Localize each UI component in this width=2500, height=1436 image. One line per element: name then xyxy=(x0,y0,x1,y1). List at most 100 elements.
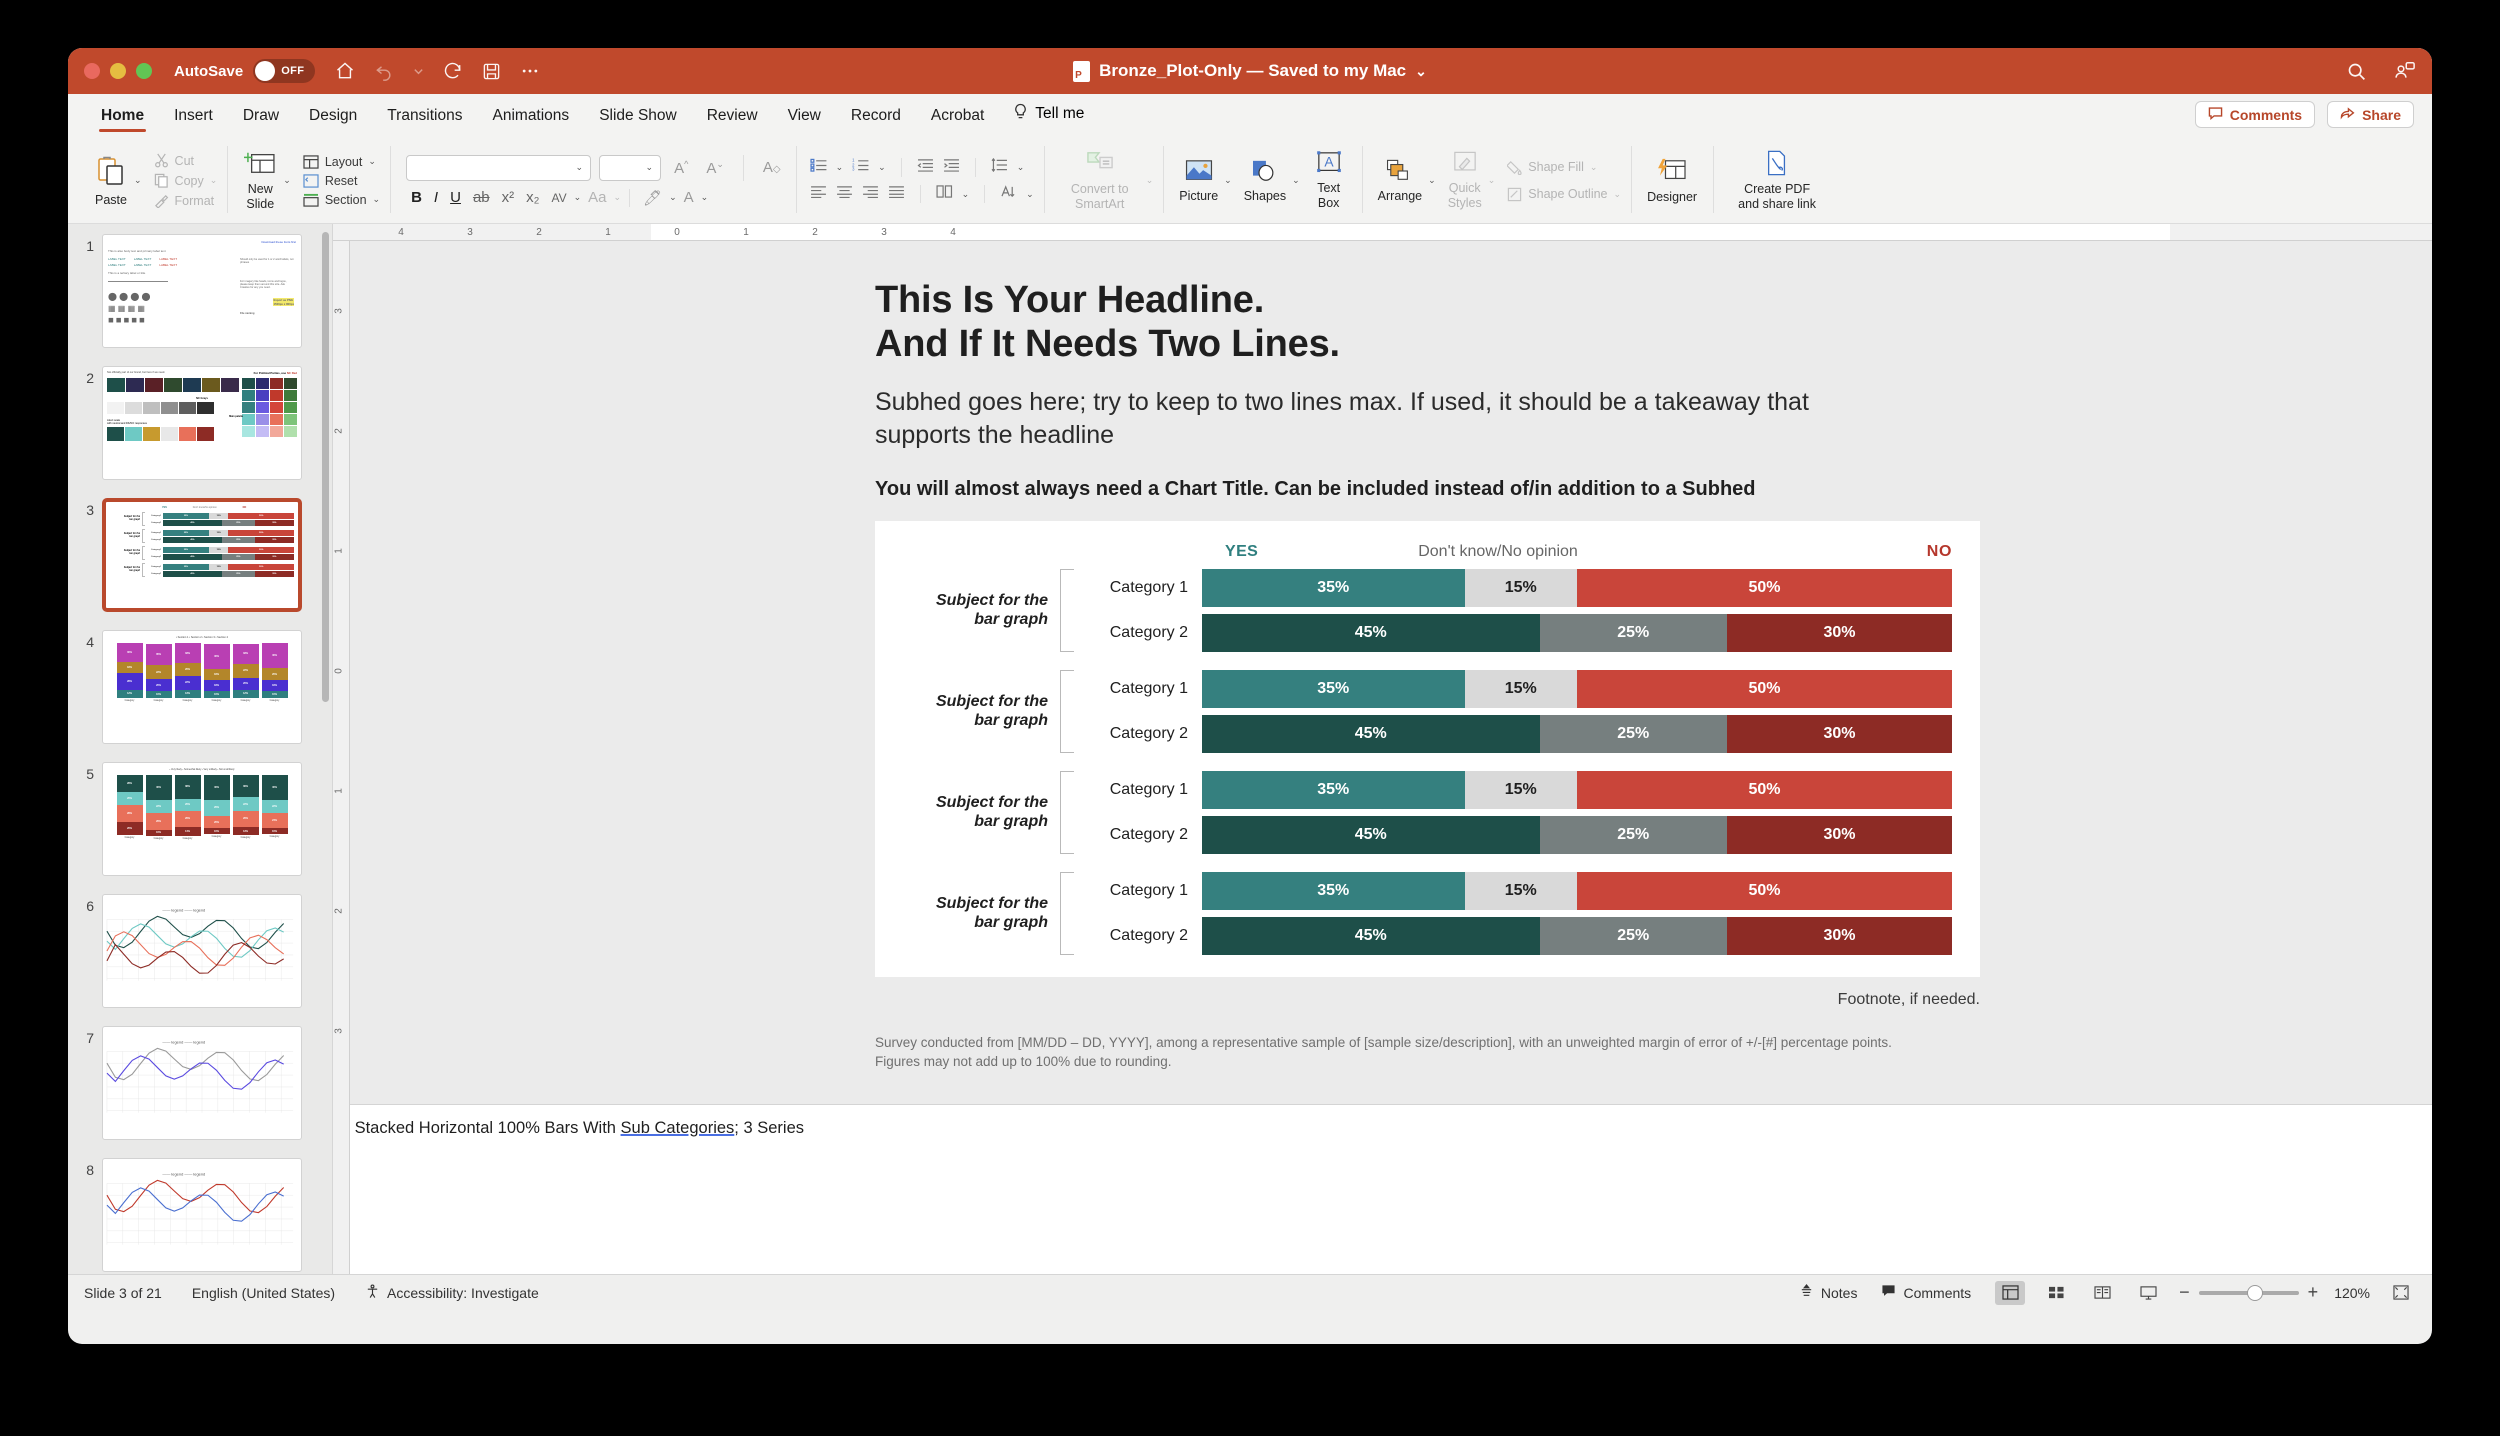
shape-fill-button[interactable]: Shape Fill ⌄ xyxy=(1507,160,1621,175)
bar-segment[interactable]: 15% xyxy=(1464,568,1577,607)
reset-button[interactable]: Reset xyxy=(303,174,380,188)
thumbnail-row[interactable]: 5 ▪ Very likely ▪ Somewhat likely ▪ Very … xyxy=(68,762,332,894)
caption-link[interactable]: Sub Categories xyxy=(621,1119,735,1137)
font-size-chevron-icon[interactable]: ⌄ xyxy=(646,162,654,173)
text-direction-chevron-icon[interactable]: ⌄ xyxy=(1026,189,1034,200)
bar-segment[interactable]: 50% xyxy=(1577,770,1952,809)
section-button[interactable]: Section ⌄ xyxy=(303,193,380,207)
undo-icon[interactable] xyxy=(374,61,394,81)
spacing-chevron-icon[interactable]: ⌄ xyxy=(574,192,582,203)
comments-button[interactable]: Comments xyxy=(2194,101,2316,128)
font-name-input[interactable]: ⌄ xyxy=(406,154,592,181)
bar-segment[interactable]: 35% xyxy=(1202,871,1465,910)
view-slide-sorter-button[interactable] xyxy=(2041,1281,2071,1305)
slide-thumbnail[interactable]: —— legend —— legend xyxy=(102,1158,302,1272)
bar-segment[interactable]: 15% xyxy=(1464,871,1577,910)
share-button[interactable]: Share xyxy=(2327,101,2414,128)
vertical-ruler[interactable]: 3 2 1 0 1 2 3 xyxy=(333,241,350,1274)
chevron-down-icon[interactable] xyxy=(413,66,424,77)
thumbnail-row[interactable]: 6 —— legend —— legend xyxy=(68,894,332,1026)
decrease-indent-icon[interactable] xyxy=(917,158,934,177)
tab-transitions[interactable]: Transitions xyxy=(372,107,477,134)
minimize-button[interactable] xyxy=(110,63,126,79)
slide-thumbnail[interactable]: • Section 1 • Section 2 • Section 3 • Se… xyxy=(102,630,302,744)
smartart-chevron-icon[interactable]: ⌄ xyxy=(1146,175,1154,186)
stacked-bar[interactable]: 45% 25% 30% xyxy=(1202,613,1952,652)
tab-acrobat[interactable]: Acrobat xyxy=(916,107,999,134)
thumbnail-row[interactable]: 3 YES Don't know/No opinion NO Subject for t… xyxy=(68,498,332,630)
language-indicator[interactable]: English (United States) xyxy=(192,1285,335,1301)
zoom-out-button[interactable]: − xyxy=(2179,1282,2190,1303)
strikethrough-button[interactable]: ab xyxy=(468,189,495,206)
tab-animations[interactable]: Animations xyxy=(478,107,585,134)
font-size-input[interactable]: ⌄ xyxy=(599,154,662,181)
slide-thumbnail-pane[interactable]: 1 Download these fonts first This is also … xyxy=(68,224,333,1274)
slide-counter[interactable]: Slide 3 of 21 xyxy=(84,1285,162,1301)
designer-button[interactable]: Designer xyxy=(1641,138,1703,223)
bar-segment[interactable]: 50% xyxy=(1577,871,1952,910)
slide-thumbnail[interactable]: Download these fonts first This is also b… xyxy=(102,234,302,348)
columns-icon[interactable] xyxy=(936,185,953,203)
line-spacing-icon[interactable] xyxy=(991,157,1008,177)
columns-chevron-icon[interactable]: ⌄ xyxy=(962,189,970,200)
slide-editing-surface[interactable]: This Is Your Headline. And If It Needs T… xyxy=(350,241,2432,1274)
justify-icon[interactable] xyxy=(888,185,905,203)
home-icon[interactable] xyxy=(335,61,355,81)
bullets-chevron-icon[interactable]: ⌄ xyxy=(836,162,844,173)
tell-me-button[interactable]: Tell me xyxy=(999,103,1098,134)
bar-segment[interactable]: 45% xyxy=(1202,714,1540,753)
bold-button[interactable]: B xyxy=(406,189,427,206)
thumbnail-row[interactable]: 8 —— legend —— legend xyxy=(68,1158,332,1274)
status-comments-button[interactable]: Comments xyxy=(1881,1284,1971,1301)
window-controls[interactable] xyxy=(84,63,152,79)
view-normal-button[interactable] xyxy=(1995,1280,2026,1305)
shape-outline-button[interactable]: Shape Outline ⌄ xyxy=(1507,187,1621,202)
bar-segment[interactable]: 15% xyxy=(1464,669,1577,708)
stacked-bar[interactable]: 45% 25% 30% xyxy=(1202,815,1952,854)
thumbnail-scrollbar[interactable] xyxy=(322,232,329,702)
shape-outline-chevron-icon[interactable]: ⌄ xyxy=(1614,189,1622,200)
tab-slide-show[interactable]: Slide Show xyxy=(584,107,692,134)
save-icon[interactable] xyxy=(482,62,501,81)
bar-segment[interactable]: 45% xyxy=(1202,815,1540,854)
arrange-chevron-icon[interactable]: ⌄ xyxy=(1428,175,1436,186)
align-left-icon[interactable] xyxy=(810,185,827,203)
picture-button[interactable]: Picture xyxy=(1173,138,1224,223)
headline-textbox[interactable]: This Is Your Headline. And If It Needs T… xyxy=(875,278,2400,366)
stacked-bar[interactable]: 45% 25% 30% xyxy=(1202,714,1952,753)
tab-view[interactable]: View xyxy=(773,107,836,134)
bar-segment[interactable]: 35% xyxy=(1202,770,1465,809)
bar-segment[interactable]: 30% xyxy=(1727,714,1952,753)
numbering-chevron-icon[interactable]: ⌄ xyxy=(878,162,886,173)
highlight-chevron-icon[interactable]: ⌄ xyxy=(669,192,677,203)
clear-formatting-icon[interactable]: A◇ xyxy=(758,159,786,176)
decrease-font-size-icon[interactable]: A⌄ xyxy=(701,159,729,177)
quick-styles-chevron-icon[interactable]: ⌄ xyxy=(1488,175,1496,186)
align-center-icon[interactable] xyxy=(836,185,853,203)
bar-segment[interactable]: 30% xyxy=(1727,815,1952,854)
view-slideshow-button[interactable] xyxy=(2133,1281,2163,1305)
zoom-slider[interactable]: − + xyxy=(2179,1282,2318,1303)
search-icon[interactable] xyxy=(2346,61,2367,82)
chart-footnote[interactable]: Footnote, if needed. xyxy=(875,991,1980,1009)
align-right-icon[interactable] xyxy=(862,185,879,203)
more-icon[interactable] xyxy=(520,61,540,81)
numbering-icon[interactable]: 123 xyxy=(852,158,869,177)
quick-styles-button[interactable]: Quick Styles xyxy=(1442,138,1488,223)
text-box-button[interactable]: A Text Box xyxy=(1306,138,1352,223)
bar-segment[interactable]: 30% xyxy=(1727,613,1952,652)
bar-segment[interactable]: 25% xyxy=(1539,815,1727,854)
layout-button[interactable]: Layout ⌄ xyxy=(303,155,380,169)
change-case-button[interactable]: Aa xyxy=(583,189,611,206)
stacked-bar[interactable]: 45% 25% 30% xyxy=(1202,916,1952,955)
line-spacing-chevron-icon[interactable]: ⌄ xyxy=(1017,162,1025,173)
copy-chevron-icon[interactable]: ⌄ xyxy=(210,175,218,186)
stacked-bar[interactable]: 35% 15% 50% xyxy=(1202,568,1952,607)
stacked-bar[interactable]: 35% 15% 50% xyxy=(1202,871,1952,910)
tab-record[interactable]: Record xyxy=(836,107,916,134)
font-name-chevron-icon[interactable]: ⌄ xyxy=(576,162,584,173)
copy-button[interactable]: Copy ⌄ xyxy=(154,173,218,188)
subscript-button[interactable]: x₂ xyxy=(521,189,544,206)
notes-button[interactable]: Notes xyxy=(1799,1283,1857,1302)
source-note[interactable]: Survey conducted from [MM/DD – DD, YYYY]… xyxy=(875,1033,1935,1072)
